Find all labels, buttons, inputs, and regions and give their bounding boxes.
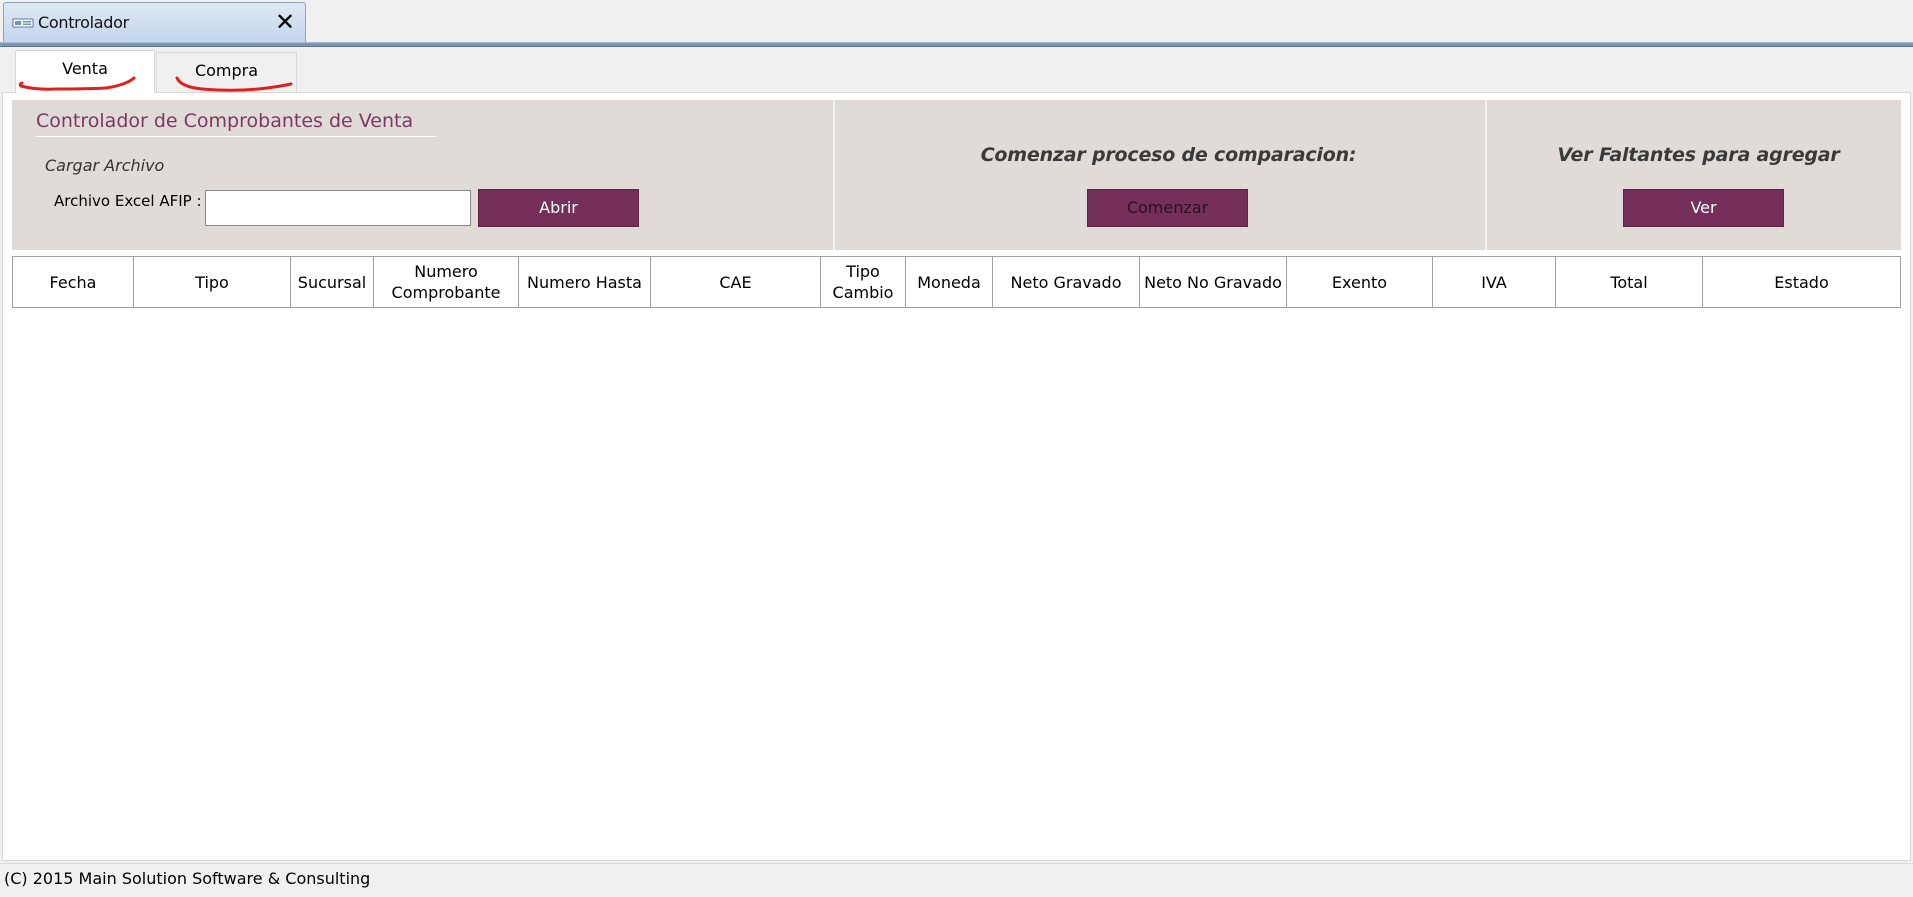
column-header-moneda[interactable]: Moneda — [906, 257, 993, 307]
copyright-text: (C) 2015 Main Solution Software & Consul… — [4, 869, 371, 888]
comenzar-heading: Comenzar proceso de comparacion: — [980, 144, 1357, 166]
ver-faltantes-heading: Ver Faltantes para agregar — [1557, 144, 1840, 166]
column-header-cae[interactable]: CAE — [651, 257, 821, 307]
tab-strip-divider — [0, 42, 1913, 47]
column-header-estado[interactable]: Estado — [1703, 257, 1900, 307]
column-header-tipo-cambio[interactable]: Tipo Cambio — [821, 257, 906, 307]
column-header-iva[interactable]: IVA — [1433, 257, 1556, 307]
close-icon[interactable]: ✕ — [273, 9, 297, 35]
tab-page-venta: Controlador de Comprobantes de Venta Car… — [2, 92, 1911, 861]
document-tab[interactable]: Controlador ✕ — [3, 2, 306, 42]
annotation-underline-venta — [18, 76, 136, 91]
column-header-neto-gravado[interactable]: Neto Gravado — [993, 257, 1140, 307]
panel-separator — [833, 100, 835, 250]
tab-control: Venta Compra Controlador de Comprobantes… — [0, 50, 1913, 863]
header-panel: Controlador de Comprobantes de Venta Car… — [12, 100, 1901, 250]
column-header-fecha[interactable]: Fecha — [13, 257, 134, 307]
abrir-button[interactable]: Abrir — [478, 189, 639, 227]
comprobantes-grid-header: Fecha Tipo Sucursal Numero Comprobante N… — [12, 256, 1901, 308]
column-header-sucursal[interactable]: Sucursal — [291, 257, 374, 307]
column-header-numero-comprobante[interactable]: Numero Comprobante — [374, 257, 519, 307]
cargar-archivo-label: Cargar Archivo — [45, 156, 165, 175]
comenzar-button[interactable]: Comenzar — [1087, 189, 1248, 227]
panel-separator — [1485, 100, 1487, 250]
document-tab-title: Controlador — [38, 13, 129, 32]
document-tab-strip: Controlador ✕ — [0, 0, 1913, 50]
archivo-excel-label: Archivo Excel AFIP : — [54, 192, 202, 210]
column-header-tipo[interactable]: Tipo — [134, 257, 291, 307]
section-title: Controlador de Comprobantes de Venta — [36, 110, 436, 137]
form-icon — [12, 14, 38, 32]
tab-compra[interactable]: Compra — [156, 52, 297, 92]
tab-venta[interactable]: Venta — [15, 50, 155, 93]
column-header-neto-no-gravado[interactable]: Neto No Gravado — [1140, 257, 1287, 307]
column-header-exento[interactable]: Exento — [1287, 257, 1433, 307]
ver-button[interactable]: Ver — [1623, 189, 1784, 227]
archivo-excel-input[interactable] — [205, 190, 471, 226]
column-header-total[interactable]: Total — [1556, 257, 1703, 307]
column-header-numero-hasta[interactable]: Numero Hasta — [519, 257, 651, 307]
status-bar: (C) 2015 Main Solution Software & Consul… — [0, 863, 1913, 897]
